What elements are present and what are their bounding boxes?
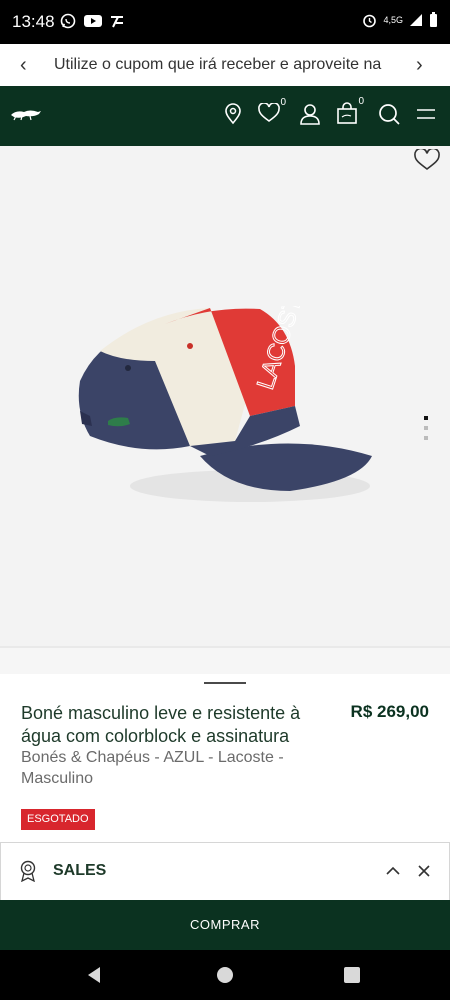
carousel-dots: [424, 416, 428, 440]
promo-prev-icon[interactable]: ‹: [20, 54, 27, 77]
network-type: 4,5G: [383, 15, 403, 25]
award-ribbon-icon: [20, 860, 36, 882]
header-actions: 0 0: [224, 96, 436, 126]
close-icon[interactable]: [417, 864, 431, 878]
promo-next-icon[interactable]: ›: [416, 54, 423, 77]
search-icon[interactable]: [378, 103, 400, 125]
cart-count: 0: [358, 96, 364, 107]
sold-out-badge: ESGOTADO: [21, 809, 95, 830]
status-right-icons: 4,5G: [362, 12, 438, 28]
cart-button[interactable]: 0: [336, 96, 364, 126]
promo-text[interactable]: Utilize o cupom que irá receber e aprove…: [54, 56, 398, 74]
home-icon[interactable]: [216, 966, 234, 984]
image-bottom-strip: [0, 648, 450, 674]
battery-icon: [430, 12, 437, 27]
promo-banner: ‹ Utilize o cupom que irá receber e apro…: [0, 44, 450, 87]
youtube-icon: [84, 15, 102, 27]
back-icon[interactable]: [86, 966, 102, 984]
add-to-wishlist-icon[interactable]: [414, 149, 440, 171]
sales-bar[interactable]: SALES: [0, 842, 450, 901]
lacoste-logo-icon[interactable]: [10, 106, 42, 122]
store-locator-icon[interactable]: [224, 103, 242, 125]
carousel-dot[interactable]: [424, 436, 428, 440]
buy-button[interactable]: COMPRAR: [0, 900, 450, 950]
account-icon[interactable]: [300, 103, 320, 125]
status-notification-icons: [60, 13, 124, 29]
menu-icon[interactable]: [416, 106, 436, 122]
product-title: Boné masculino leve e resistente à água …: [21, 703, 301, 746]
product-image-carousel[interactable]: LACOSTE: [0, 146, 450, 646]
status-time: 13:48: [12, 12, 55, 31]
carousel-dot[interactable]: [424, 426, 428, 430]
status-bar: 13:48 4,5G: [0, 0, 450, 44]
product-meta: Bonés & Chapéus - AZUL - Lacoste - Mascu…: [21, 749, 284, 787]
alarm-icon: [363, 14, 377, 27]
heart-icon: [258, 102, 280, 122]
wishlist-button[interactable]: 0: [258, 97, 286, 125]
chevron-up-icon[interactable]: [385, 865, 401, 877]
carousel-dot-active[interactable]: [424, 416, 428, 420]
sheet-drag-handle[interactable]: [204, 682, 246, 684]
product-image: LACOSTE: [78, 306, 372, 502]
shopping-bag-icon: [337, 102, 357, 124]
wishlist-count: 0: [280, 97, 286, 108]
signal-icon: [410, 14, 422, 26]
whatsapp-icon: [60, 13, 76, 29]
app-notification-icon: [111, 16, 123, 28]
system-nav-bar: [0, 950, 450, 1000]
site-header: 0 0: [0, 86, 450, 146]
product-price: R$ 269,00: [350, 702, 429, 721]
recents-icon[interactable]: [344, 967, 360, 983]
sales-label: SALES: [53, 862, 107, 879]
buy-button-label: COMPRAR: [190, 917, 260, 932]
